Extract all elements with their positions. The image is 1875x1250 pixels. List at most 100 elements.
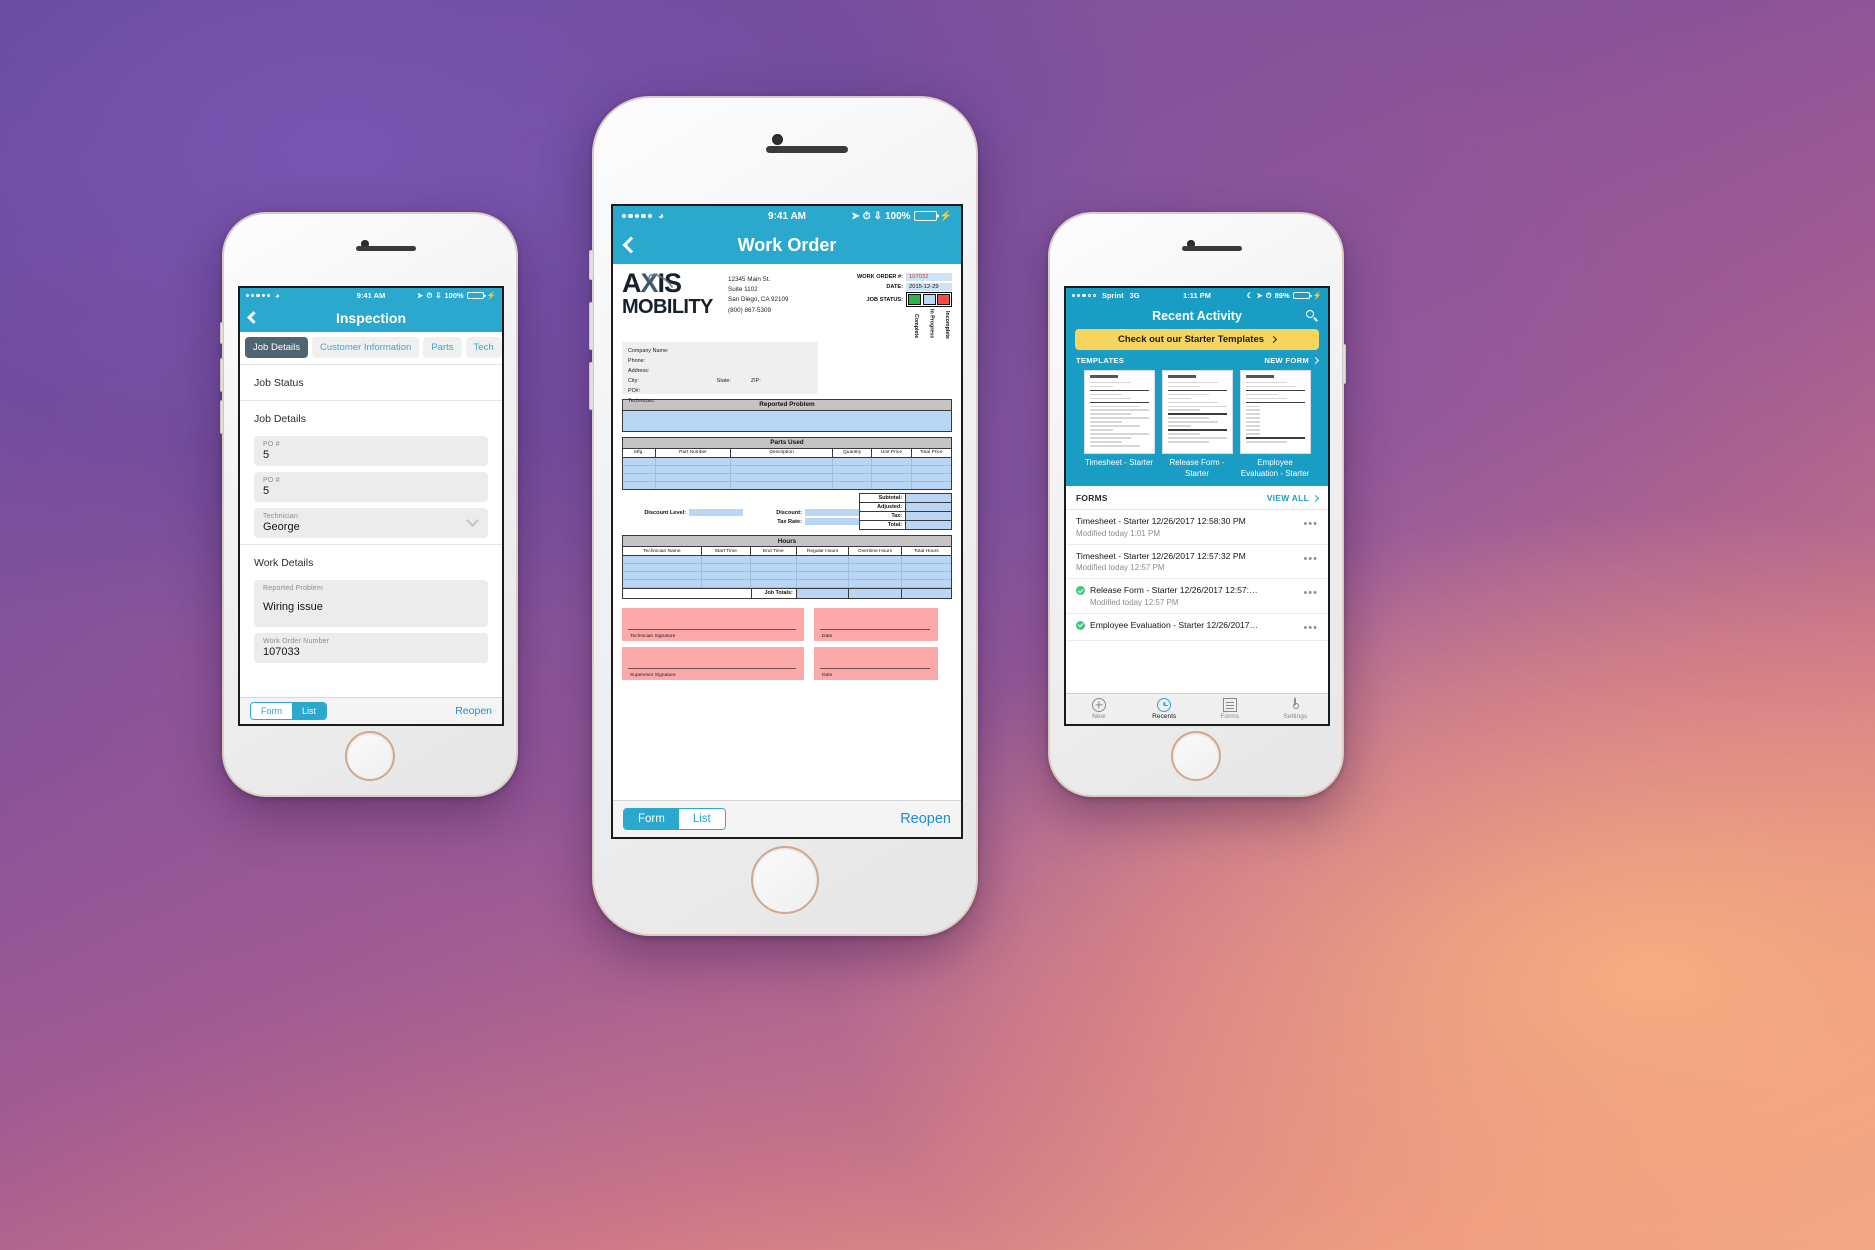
tab-customer-information[interactable]: Customer Information	[312, 337, 420, 358]
subtotal-value[interactable]	[906, 494, 951, 503]
tax-value[interactable]	[906, 512, 951, 521]
table-row[interactable]	[623, 556, 951, 565]
tab-parts[interactable]: Parts	[423, 337, 462, 358]
list-item[interactable]: Release Form - Starter 12/26/2017 12:57:…	[1066, 579, 1328, 614]
network-type: 3G	[1129, 291, 1140, 300]
section-job-details: Job Details	[240, 400, 502, 436]
back-chevron-icon[interactable]	[622, 236, 640, 254]
col-technician-name: Technician Name	[623, 547, 702, 556]
table-row[interactable]	[623, 474, 951, 483]
form-title: Employee Evaluation - Starter 12/26/2017…	[1090, 619, 1259, 630]
tax-rate-input[interactable]	[805, 518, 859, 526]
field-po-number-1[interactable]: PO # 5	[254, 436, 488, 466]
charging-icon: ⚡	[486, 291, 497, 300]
status-incomplete-box[interactable]	[937, 294, 950, 305]
status-in-progress-box[interactable]	[922, 294, 936, 305]
discount-input[interactable]	[805, 509, 859, 517]
reopen-button[interactable]: Reopen	[455, 705, 492, 717]
front-camera	[772, 134, 783, 145]
status-label-in-progress: In Progress	[928, 309, 935, 339]
status-complete-box[interactable]	[908, 294, 921, 305]
table-row[interactable]	[623, 572, 951, 581]
supervisor-signature-box[interactable]: Supervisor Signature	[622, 647, 804, 681]
job-totals-regular[interactable]	[796, 589, 850, 599]
tab-new[interactable]: New	[1066, 697, 1132, 720]
total-value[interactable]	[906, 521, 951, 530]
technician-signature-box[interactable]: Technician Signature	[622, 608, 804, 642]
overflow-menu-icon[interactable]: •••	[1303, 620, 1318, 634]
field-technician-select[interactable]: Technician George	[254, 508, 488, 538]
volume-up-button[interactable]	[220, 358, 224, 392]
tab-forms[interactable]: Forms	[1197, 697, 1263, 720]
discount-level-input[interactable]	[689, 509, 743, 517]
reopen-button[interactable]: Reopen	[900, 811, 951, 827]
table-row[interactable]	[623, 466, 951, 475]
back-chevron-icon[interactable]	[247, 311, 260, 324]
bottom-toolbar: Form List Reopen	[613, 800, 961, 837]
customer-info-block[interactable]: Company Name: Phone: Address: City: Stat…	[622, 341, 818, 404]
template-card-release-form[interactable]: Release Form - Starter	[1161, 370, 1233, 479]
template-card-employee-evaluation[interactable]: Employee Evaluation - Starter	[1239, 370, 1311, 479]
job-status-boxes[interactable]	[906, 292, 952, 307]
overflow-menu-icon[interactable]: •••	[1303, 585, 1318, 599]
reported-problem-input[interactable]	[623, 410, 951, 431]
segment-list[interactable]: List	[678, 809, 725, 829]
segment-form[interactable]: Form	[624, 809, 679, 829]
tab-settings[interactable]: Settings	[1263, 696, 1329, 720]
segment-form[interactable]: Form	[251, 703, 292, 719]
tab-recents[interactable]: Recents	[1132, 697, 1198, 720]
search-icon[interactable]	[1306, 310, 1319, 321]
overflow-menu-icon[interactable]: •••	[1303, 516, 1318, 530]
home-button[interactable]	[345, 731, 395, 781]
table-row[interactable]	[623, 564, 951, 573]
tab-job-details[interactable]: Job Details	[245, 337, 308, 358]
reported-problem-title: Reported Problem	[623, 399, 951, 411]
view-all-button[interactable]: VIEW ALL	[1267, 493, 1320, 503]
customer-field-label: Company Name:	[628, 347, 669, 354]
tab-tech[interactable]: Tech	[465, 337, 502, 358]
mute-switch[interactable]	[589, 250, 594, 280]
new-form-button[interactable]: NEW FORM	[1264, 356, 1320, 365]
home-button[interactable]	[1171, 731, 1221, 781]
home-button[interactable]	[751, 846, 819, 914]
volume-down-button[interactable]	[589, 362, 594, 410]
field-label: PO #	[263, 441, 280, 448]
starter-templates-banner[interactable]: Check out our Starter Templates	[1075, 329, 1319, 350]
technician-date-box[interactable]: Date	[814, 608, 938, 642]
job-totals-overtime[interactable]	[849, 589, 902, 599]
address-line: (800) 867-5309	[728, 306, 772, 314]
field-work-order-number[interactable]: Work Order Number 107033	[254, 633, 488, 663]
power-button[interactable]	[1342, 344, 1346, 384]
list-item[interactable]: Timesheet - Starter 12/26/2017 12:58:30 …	[1066, 510, 1328, 545]
status-time: 9:41 AM	[356, 291, 386, 300]
segment-list[interactable]: List	[292, 703, 327, 719]
list-item[interactable]: Employee Evaluation - Starter 12/26/2017…	[1066, 613, 1328, 641]
col-overtime-hours: Overtime Hours	[849, 547, 902, 556]
adjusted-value[interactable]	[906, 503, 951, 512]
template-thumbnail	[1239, 370, 1311, 454]
list-item[interactable]: Timesheet - Starter 12/26/2017 12:57:32 …	[1066, 544, 1328, 580]
moon-icon: ☾	[1246, 291, 1254, 300]
date-value[interactable]: 2015-12-29	[906, 282, 952, 291]
customer-field-label: City:	[628, 377, 639, 384]
chevron-right-icon	[1311, 356, 1320, 365]
mute-switch[interactable]	[220, 322, 224, 344]
volume-up-button[interactable]	[589, 302, 594, 350]
form-title: Timesheet - Starter 12/26/2017 12:58:30 …	[1076, 516, 1246, 527]
overflow-menu-icon[interactable]: •••	[1303, 551, 1318, 565]
supervisor-date-box[interactable]: Date	[814, 647, 938, 681]
tax-rate-label: Tax Rate:	[777, 518, 802, 525]
table-row[interactable]	[623, 482, 951, 490]
field-reported-problem[interactable]: Reported Problem Wiring issue	[254, 580, 488, 627]
view-mode-segmented-control[interactable]: Form List	[623, 808, 726, 830]
field-po-number-2[interactable]: PO # 5	[254, 472, 488, 502]
table-row[interactable]	[623, 458, 951, 467]
template-card-timesheet[interactable]: Timesheet - Starter	[1083, 370, 1155, 479]
view-mode-segmented-control[interactable]: Form List	[250, 702, 328, 720]
customer-field-label: PO#:	[628, 387, 641, 394]
phone-right: Sprint 3G 1:11 PM ☾ ➤ ⏱ 89% ⚡ Recent Act…	[1048, 212, 1346, 797]
work-order-number-value[interactable]: 107032	[906, 273, 952, 281]
job-totals-total[interactable]	[901, 589, 951, 599]
volume-down-button[interactable]	[220, 400, 224, 434]
table-row[interactable]	[623, 580, 951, 589]
